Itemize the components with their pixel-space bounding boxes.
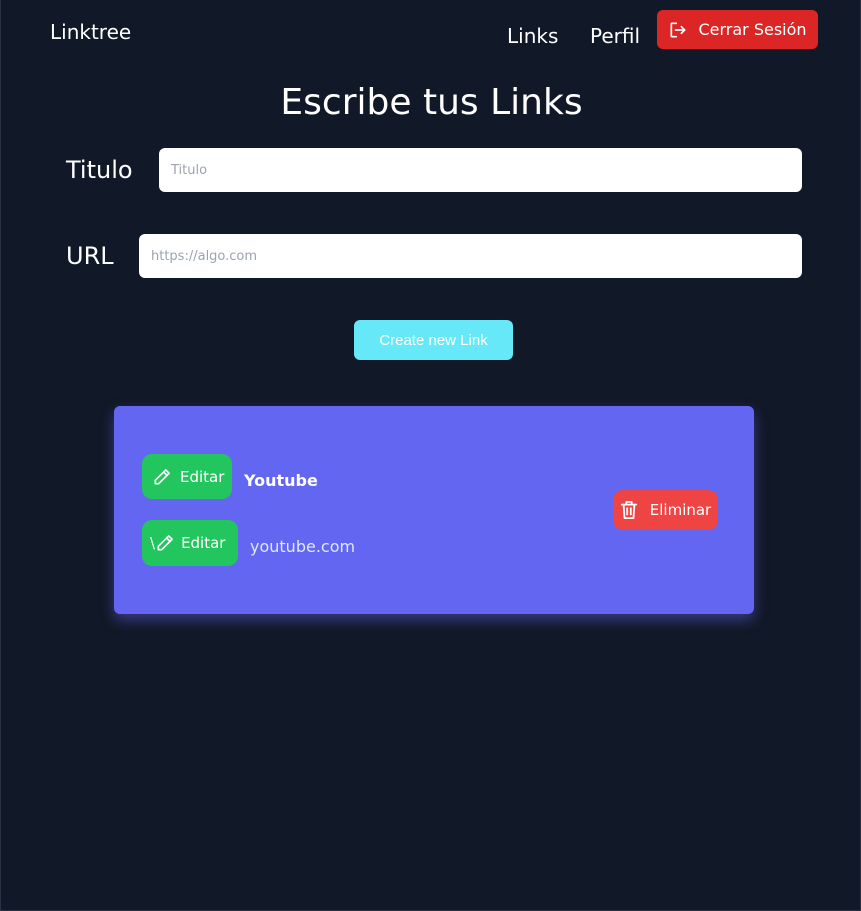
nav-links[interactable]: Links — [507, 24, 558, 48]
edit-url-label: Editar — [181, 534, 226, 552]
delete-label: Eliminar — [649, 501, 712, 519]
page-title: Escribe tus Links — [280, 82, 583, 123]
edit-url-button[interactable]: \ Editar — [142, 520, 238, 566]
link-card: Editar Youtube \ Editar youtube.com Elim… — [114, 406, 754, 614]
delete-button[interactable]: Eliminar — [613, 490, 718, 530]
link-title: Youtube — [244, 471, 318, 490]
title-input[interactable] — [159, 148, 802, 192]
pencil-icon — [157, 535, 173, 551]
link-url: youtube.com — [250, 537, 356, 556]
logout-button[interactable]: Cerrar Sesión — [657, 10, 818, 49]
brand-logo[interactable]: Linktree — [50, 20, 131, 44]
url-label: URL — [66, 242, 114, 270]
nav-profile[interactable]: Perfil — [590, 24, 640, 48]
page: Linktree Links Perfil Cerrar Sesión Escr… — [0, 0, 861, 911]
url-input[interactable] — [139, 234, 802, 278]
logout-icon — [670, 22, 686, 38]
create-link-button[interactable]: Create new Link — [354, 320, 513, 360]
pencil-icon — [154, 468, 170, 484]
edit-title-label: Editar — [180, 467, 225, 486]
trash-icon — [620, 501, 637, 519]
title-label: Titulo — [66, 156, 133, 184]
logout-label: Cerrar Sesión — [698, 20, 807, 39]
edit-title-button[interactable]: Editar — [142, 454, 232, 499]
